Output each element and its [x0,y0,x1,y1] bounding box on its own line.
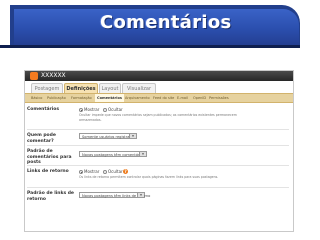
radio-comentarios-mostrar[interactable] [79,108,83,112]
select-quem-pode-comentar[interactable]: Somente usuários registrados ▾ [79,133,137,139]
setting-label-padrao-links: Padrão de links de retorno [27,191,74,202]
tab-definicoes[interactable]: Definições [64,83,98,93]
blog-name: XXXXXX [41,72,66,79]
select-padrao-links[interactable]: Novas postagens têm links de retorno ▾ [79,192,150,198]
divider [27,145,289,146]
select-value: Somente usuários registrados [82,135,136,139]
tab-visualizar[interactable]: Visualizar [122,83,156,93]
subtab-comentarios[interactable]: Comentários [95,94,124,102]
divider [27,129,289,130]
settings-subtabs: Básico Publicação Formatação Comentários… [25,93,293,103]
divider [27,165,289,166]
chevron-down-icon: ▾ [139,152,146,156]
subtab-arquivamento[interactable]: Arquivamento [125,94,150,102]
tab-postagem[interactable]: Postagem [31,83,63,93]
option-label: Ocultar [108,107,123,112]
radio-comentarios-ocultar[interactable] [103,108,107,112]
setting-label-quem-pode-comentar: Quem pode comentar? [27,133,56,144]
chevron-down-icon: ▾ [137,193,144,197]
subtab-feed[interactable]: Feed do site [153,94,174,102]
subtab-openid[interactable]: OpenID [193,94,206,102]
select-padrao-comentarios[interactable]: Novas postagens têm comentários ▾ [79,151,147,157]
option-label: Mostrar [84,107,100,112]
blogger-logo-icon [30,72,38,80]
option-label: Mostrar [84,169,100,174]
subtab-formatacao[interactable]: Formatação [71,94,92,102]
setting-label-links-retorno: Links de retorno [27,169,69,174]
title-underline [0,45,300,48]
tab-layout[interactable]: Layout [99,83,121,93]
setting-help-text: Os links de retorno permitem controlar q… [79,175,219,179]
subtab-email[interactable]: E-mail [177,94,188,102]
main-tabs: Postagem Definições Layout Visualizar [25,81,293,93]
info-icon[interactable]: ? [123,169,128,174]
divider [27,187,289,188]
subtab-basico[interactable]: Básico [31,94,42,102]
subtab-permissoes[interactable]: Permissões [209,94,229,102]
blogger-top-bar: XXXXXX [25,71,293,81]
setting-label-padrao-comentarios: Padrão de comentários para posts [27,149,72,165]
select-value: Novas postagens têm comentários [82,153,145,157]
radio-links-mostrar[interactable] [79,170,83,174]
option-label: Ocultar [108,169,123,174]
radio-links-ocultar[interactable] [103,170,107,174]
chevron-down-icon: ▾ [129,134,136,138]
slide-title: Comentários [100,12,232,33]
subtab-publicacao[interactable]: Publicação [47,94,66,102]
setting-help-text: Ocultar impede que novos comentários sej… [79,113,237,122]
blogger-settings-screenshot: XXXXXX Postagem Definições Layout Visual… [24,70,294,232]
setting-label-comentarios: Comentários [27,107,60,112]
